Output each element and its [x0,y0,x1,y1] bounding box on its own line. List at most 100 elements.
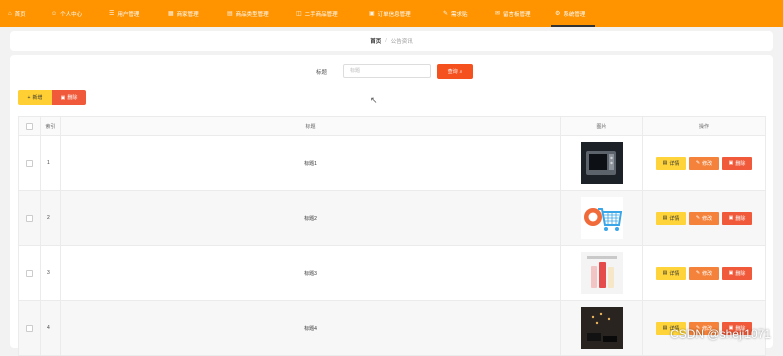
row-checkbox[interactable] [26,159,33,167]
add-button[interactable]: + 新增 [18,90,52,105]
table-row: 1 标题1 ▤ 详情 ✎ 修改 ▣ 删除 [18,135,766,191]
pencil-icon: ✎ [695,270,701,276]
row-image-cell [560,300,643,356]
breadcrumb-separator: / [385,38,387,44]
row-image-cell [560,190,643,246]
delete-button[interactable]: ▣ 删除 [722,266,752,280]
row-title: 标题4 [60,300,561,356]
nav-item-messages[interactable]: ✉ 留言板管理 [487,0,547,27]
nav-item-label: 留言板管理 [503,11,531,18]
row-select-cell [18,190,41,246]
nav-item-users[interactable]: ☰ 用户管理 [101,0,160,27]
shop-icon: ▦ [168,11,174,17]
users-icon: ☰ [109,11,115,17]
detail-label: 详情 [669,270,680,277]
row-image-cell [560,245,643,301]
data-table: 索引 标题 图片 操作 1 标题1 ▤ 详情 ✎ 修改 ▣ 删除 2 标题2 ▤… [18,116,766,356]
detail-icon: ▤ [662,160,668,166]
nav-item-profile[interactable]: ☺ 个人中心 [43,0,101,27]
edit-button[interactable]: ✎ 修改 [689,156,719,170]
row-checkbox[interactable] [26,324,33,332]
row-index: 1 [40,135,61,191]
search-icon: ⌕ [459,68,463,75]
table-row: 2 标题2 ▤ 详情 ✎ 修改 ▣ 删除 [18,190,766,246]
row-title: 标题3 [60,245,561,301]
plus-icon: + [27,94,31,101]
trash-icon: ▣ [728,270,734,276]
nav-item-label: 商品类型管理 [235,11,269,18]
message-icon: ✉ [495,11,501,17]
row-select-cell [18,135,41,191]
delete-button[interactable]: ▣ 删除 [722,211,752,225]
edit-label: 修改 [702,270,713,277]
nav-item-label: 商家管理 [176,11,199,18]
batch-delete-button[interactable]: ▣ 删除 [52,90,86,105]
nav-item-label: 用户管理 [117,11,140,18]
order-icon: ▣ [369,11,375,17]
trash-icon: ▣ [728,215,734,221]
goods-icon: ◫ [296,11,302,17]
row-title: 标题1 [60,135,561,191]
search-label: 标题 [316,70,328,76]
row-index: 3 [40,245,61,301]
column-header-title: 标题 [60,116,561,136]
content-panel: 标题 查询⌕ +新增 ▣删除 ↖ 索引 标题 图片 操作 1 标题1 [10,55,773,356]
delete-label: 删除 [735,270,746,277]
nav-item-home[interactable]: ⌂ 首页 [0,0,43,27]
delete-button[interactable]: ▣ 删除 [722,156,752,170]
nav-item-label: 二手商品管理 [304,11,338,18]
category-icon: ▤ [227,11,233,17]
nav-item-label: 首页 [14,11,26,18]
beverage-bottles-image [580,252,623,294]
detail-icon: ▤ [662,270,668,276]
row-actions-cell: ▤ 详情 ✎ 修改 ▣ 删除 [642,135,766,191]
nav-item-system[interactable]: ⚙ 系统管理 [547,0,599,27]
trash-icon: ▣ [60,94,66,101]
breadcrumb-current: 公告资讯 [390,39,413,45]
pencil-icon: ✎ [695,215,701,221]
select-all-cell [18,116,41,136]
detail-button[interactable]: ▤ 详情 [656,211,686,225]
detail-label: 详情 [669,160,680,167]
nav-item-posts[interactable]: ✎ 需求贴 [435,0,487,27]
nav-item-label: 系统管理 [563,11,586,18]
edit-label: 修改 [702,160,713,167]
breadcrumb: 首页 / 公告资讯 [10,31,773,51]
user-icon: ☺ [51,10,58,17]
select-all-checkbox[interactable] [26,122,33,130]
row-checkbox[interactable] [26,214,33,222]
breadcrumb-home[interactable]: 首页 [370,37,381,45]
column-header-image: 图片 [560,116,643,136]
nav-item-label: 个人中心 [60,11,83,18]
row-actions-cell: ▤ 详情 ✎ 修改 ▣ 删除 [642,190,766,246]
detail-button[interactable]: ▤ 详情 [656,266,686,280]
search-button[interactable]: 查询 ⌕ [437,64,473,79]
table-row: 4 标题4 ▤ 详情 ✎ 修改 ▣ 删除 [18,300,766,356]
row-index: 4 [40,300,61,356]
edit-button[interactable]: ✎ 修改 [689,211,719,225]
add-button-label: 新增 [32,95,43,101]
kitchen-appliance-image [580,142,623,184]
trash-icon: ▣ [728,160,734,166]
pencil-icon: ✎ [695,160,701,166]
decor-product-image [580,307,623,349]
detail-icon: ▤ [662,215,668,221]
search-input[interactable] [343,64,431,78]
table-header-row: 索引 标题 图片 操作 [18,116,766,136]
column-header-index: 索引 [40,116,61,136]
nav-item-label: 订单信息管理 [377,11,411,18]
detail-button[interactable]: ▤ 详情 [656,156,686,170]
nav-item-merchants[interactable]: ▦ 商家管理 [160,0,219,27]
row-select-cell [18,300,41,356]
settings-icon: ⚙ [555,11,561,17]
row-actions-cell: ▤ 详情 ✎ 修改 ▣ 删除 [642,245,766,301]
nav-item-categories[interactable]: ▤ 商品类型管理 [219,0,288,27]
edit-button[interactable]: ✎ 修改 [689,266,719,280]
nav-item-secondhand[interactable]: ◫ 二手商品管理 [288,0,361,27]
post-icon: ✎ [443,11,449,17]
delete-label: 删除 [735,215,746,222]
row-select-cell [18,245,41,301]
row-checkbox[interactable] [26,269,33,277]
nav-item-orders[interactable]: ▣ 订单信息管理 [361,0,435,27]
watermark: CSDN @sheji1071 [670,327,771,341]
